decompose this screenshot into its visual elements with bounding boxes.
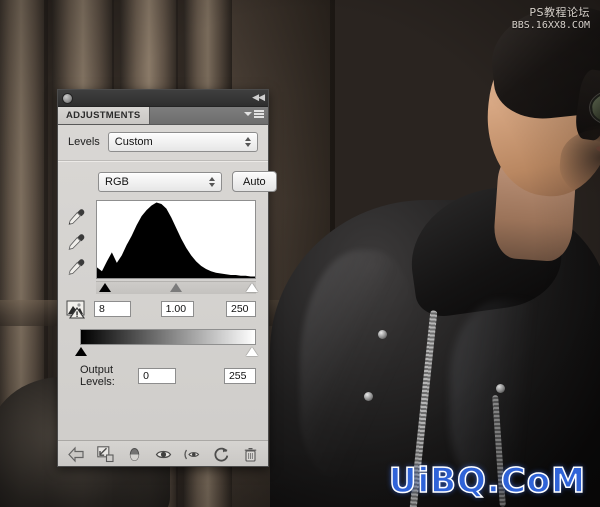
tab-adjustments-label: ADJUSTMENTS [66, 110, 141, 121]
watermark-bottom-right: UiBQ.CoM [388, 460, 586, 502]
jacket-highlight-left [300, 250, 420, 480]
set-gray-point-eyedropper[interactable] [66, 232, 86, 252]
auto-button[interactable]: Auto [232, 171, 277, 192]
delete-adjustment-layer-icon[interactable] [242, 446, 259, 463]
output-white-value: 255 [228, 370, 247, 382]
clip-to-layer-icon[interactable] [97, 445, 114, 463]
input-shadow-field[interactable]: 8 [94, 301, 131, 317]
jacket-stud-2 [364, 392, 373, 401]
tab-adjustments[interactable]: ADJUSTMENTS [58, 107, 150, 124]
panel-bottom-edge [58, 466, 268, 467]
reset-adjustment-icon[interactable] [213, 446, 230, 463]
input-levels-slider[interactable] [96, 281, 258, 294]
output-black-field[interactable]: 0 [138, 368, 176, 384]
panel-title-bar[interactable]: ◀◀ [58, 90, 268, 107]
input-midtone-field[interactable]: 1.00 [160, 301, 194, 317]
menu-lines-icon [254, 110, 264, 118]
input-shadow-marker[interactable] [98, 283, 111, 292]
input-highlight-field[interactable]: 250 [226, 301, 256, 317]
input-highlight-marker[interactable] [246, 283, 258, 292]
channel-row: RGB Auto [58, 162, 277, 200]
input-midtone-marker[interactable] [170, 283, 182, 292]
levels-label: Levels [68, 136, 100, 148]
toggle-adjustment-mask-icon[interactable] [126, 446, 143, 463]
toggle-layer-visibility-icon[interactable] [155, 446, 172, 463]
output-white-marker[interactable] [246, 347, 259, 356]
output-white-field[interactable]: 255 [223, 368, 256, 384]
histogram-svg [97, 202, 255, 278]
levels-preset-select[interactable]: Custom [107, 132, 258, 152]
panel-body: Levels Custom RGB Auto 8 1.00 250 Output… [58, 125, 277, 467]
channel-select[interactable]: RGB [98, 171, 222, 192]
clipping-warning-icon[interactable] [66, 299, 90, 319]
adjustments-panel: ◀◀ ADJUSTMENTS Levels Custom RGB Auto 8 … [57, 89, 277, 467]
watermark-top-line1: PS教程论坛 [529, 6, 590, 19]
output-levels-values-row: Output Levels: 0 255 [58, 358, 268, 388]
levels-preset-value: Custom [114, 136, 153, 148]
histogram-wrapper [96, 200, 258, 294]
stepper-arrows-icon [209, 176, 215, 187]
watermark-top-line2: BBS.16XX8.COM [511, 20, 590, 31]
watermark-top-right: PS教程论坛 BBS.16XX8.COM [512, 6, 590, 32]
stepper-arrows-icon [245, 137, 251, 147]
collapse-to-icons-icon[interactable]: ◀◀ [252, 92, 265, 103]
person-figure [260, 0, 600, 507]
output-levels-label: Output Levels: [80, 364, 115, 388]
set-white-point-eyedropper[interactable] [66, 257, 86, 277]
set-black-point-eyedropper[interactable] [66, 207, 86, 227]
levels-preset-row: Levels Custom [58, 125, 268, 160]
input-midtone-value: 1.00 [165, 303, 187, 315]
input-shadow-value: 8 [99, 303, 105, 315]
screenshot-stage: PS教程论坛 BBS.16XX8.COM UiBQ.CoM ◀◀ ADJUSTM… [0, 0, 600, 507]
channel-value: RGB [105, 175, 129, 188]
panel-footer-toolbar [58, 440, 268, 467]
panel-menu-icon[interactable] [244, 110, 264, 118]
chevron-down-icon [244, 111, 252, 116]
panel-tab-strip: ADJUSTMENTS [58, 107, 268, 125]
histogram-plot [96, 200, 256, 279]
close-icon[interactable] [62, 93, 73, 104]
eyedropper-group [66, 200, 90, 294]
jacket-stud-1 [378, 330, 387, 339]
input-levels-values-row: 8 1.00 250 [58, 294, 268, 321]
output-levels-gradient [80, 329, 256, 345]
output-black-value: 0 [143, 370, 149, 382]
input-highlight-value: 250 [231, 303, 249, 315]
histogram-area [58, 200, 268, 294]
return-to-adjustment-list-icon[interactable] [68, 445, 85, 463]
output-levels-slider[interactable] [74, 346, 259, 358]
auto-button-label: Auto [243, 175, 266, 188]
output-black-marker[interactable] [74, 347, 87, 356]
preview-previous-state-icon[interactable] [184, 446, 201, 463]
jacket-stud-3 [496, 384, 505, 393]
